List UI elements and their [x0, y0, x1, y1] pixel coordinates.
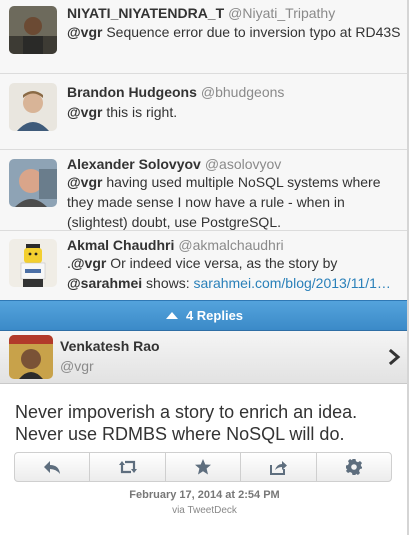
author-name[interactable]: NIYATI_NIYATENDRA_T — [67, 5, 224, 21]
reply-tweet[interactable]: Brandon Hudgeons @bhudgeons @vgr this is … — [0, 74, 409, 150]
tweet-source: via TweetDeck — [172, 505, 237, 516]
replies-count-label: 4 Replies — [185, 308, 244, 323]
tweet-body-text: this is right. — [102, 104, 178, 120]
tweet-body-text: shows: — [142, 275, 194, 291]
mention-link[interactable]: @vgr — [67, 174, 102, 190]
author-profile-row[interactable]: Venkatesh Rao @vgr — [0, 331, 409, 384]
tweet-text: @vgr Sequence error due to inversion typ… — [67, 22, 402, 42]
author-name[interactable]: Akmal Chaudhri — [67, 237, 174, 253]
reply-tweet[interactable]: NIYATI_NIYATENDRA_T @Niyati_Tripathy @vgr… — [0, 0, 409, 74]
settings-button[interactable] — [317, 453, 391, 481]
reply-button[interactable] — [15, 453, 91, 481]
tweet-timestamp[interactable]: February 17, 2014 at 2:54 PM — [0, 489, 409, 501]
retweet-icon — [118, 460, 137, 474]
tweet-body-text: Sequence error due to inversion typo at … — [102, 24, 401, 40]
mention-link[interactable]: @vgr — [67, 24, 102, 40]
share-button[interactable] — [241, 453, 317, 481]
replies-toggle-bar[interactable]: 4 Replies — [0, 300, 409, 331]
retweet-button[interactable] — [90, 453, 166, 481]
lego-figure-avatar[interactable] — [9, 239, 57, 287]
tweet-text: .@vgr Or indeed vice versa, as the story… — [67, 253, 402, 293]
author-name[interactable]: Brandon Hudgeons — [67, 84, 197, 100]
author-name[interactable]: Alexander Solovyov — [67, 156, 201, 172]
reply-icon — [44, 461, 61, 474]
focused-tweet: Venkatesh Rao @vgr Never impoverish a st… — [0, 331, 409, 535]
author-handle[interactable]: @akmalchaudhri — [178, 237, 283, 253]
author-name[interactable]: Venkatesh Rao — [60, 338, 160, 354]
person-avatar-dark[interactable] — [9, 6, 57, 54]
author-handle[interactable]: @asolovyov — [205, 156, 281, 172]
favorite-icon — [195, 459, 212, 475]
gear-icon — [345, 459, 362, 475]
person-avatar-bald[interactable] — [9, 159, 57, 207]
url-link[interactable]: sarahmei.com/blog/2013/11/1… — [194, 275, 391, 291]
tweet-action-bar — [14, 452, 392, 482]
tweet-text: @vgr this is right. — [67, 102, 402, 122]
share-icon — [270, 461, 288, 475]
tweet-text: @vgr having used multiple NoSQL systems … — [67, 172, 402, 232]
favorite-button[interactable] — [166, 453, 242, 481]
mention-link[interactable]: @sarahmei — [67, 275, 142, 291]
author-handle[interactable]: @bhudgeons — [201, 84, 285, 100]
reply-tweet[interactable]: Akmal Chaudhri @akmalchaudhri .@vgr Or in… — [0, 231, 409, 300]
tweet-body-text: Or indeed vice versa, as the story by — [106, 255, 338, 271]
chevron-right-icon[interactable] — [387, 349, 401, 365]
reply-tweet[interactable]: Alexander Solovyov @asolovyov @vgr having… — [0, 150, 409, 231]
person-avatar-smiling[interactable] — [9, 83, 57, 131]
person-avatar-magazine[interactable] — [9, 335, 53, 379]
tweet-body-text: having used multiple NoSQL systems where… — [67, 174, 381, 230]
author-handle[interactable]: @vgr — [60, 358, 94, 374]
mention-link[interactable]: @vgr — [67, 104, 102, 120]
author-handle[interactable]: @Niyati_Tripathy — [228, 5, 335, 21]
focused-tweet-text: Never impoverish a story to enrich an id… — [15, 402, 358, 444]
mention-link[interactable]: @vgr — [71, 255, 106, 271]
chevron-up-icon — [165, 312, 178, 319]
